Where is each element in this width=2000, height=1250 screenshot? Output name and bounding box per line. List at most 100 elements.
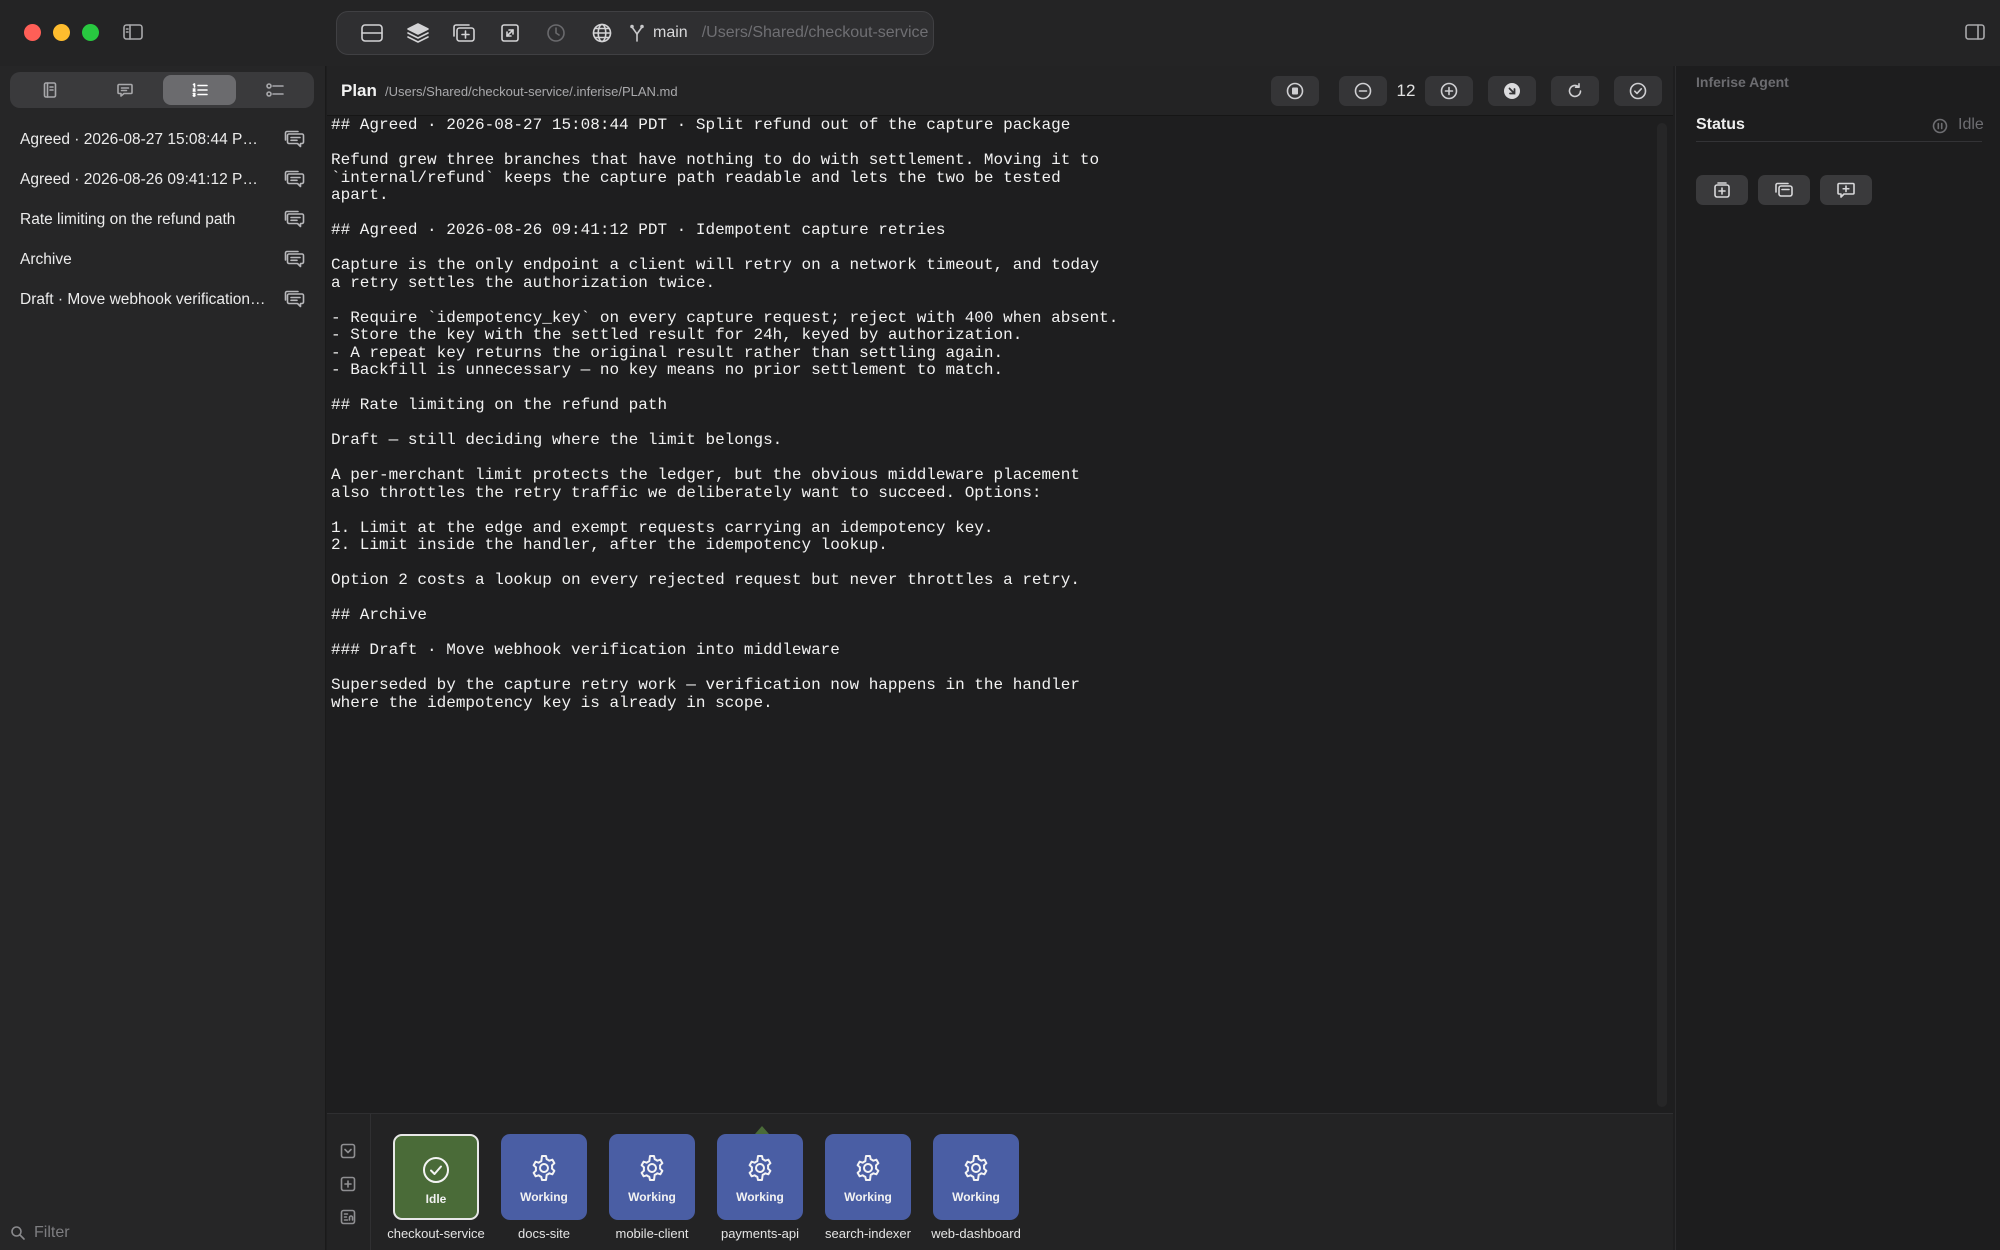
agent-status: Working bbox=[844, 1190, 892, 1204]
discussion-icon[interactable] bbox=[282, 249, 306, 271]
reload-button[interactable] bbox=[1551, 76, 1599, 106]
delete-button[interactable] bbox=[1271, 76, 1319, 106]
branch-name[interactable]: main bbox=[653, 24, 688, 42]
outline-item[interactable]: Archive bbox=[0, 240, 326, 280]
editor-header: Plan /Users/Shared/checkout-service/.inf… bbox=[327, 66, 1673, 116]
gear-icon bbox=[529, 1153, 559, 1183]
numbered-list-icon bbox=[192, 83, 208, 97]
minimize-window-button[interactable] bbox=[53, 24, 70, 41]
sidebar: Agreed · 2026-08-27 15:08:44 PDT · Split… bbox=[0, 66, 326, 1250]
toolbar: main /Users/Shared/checkout-service bbox=[336, 11, 934, 55]
editor-title: Plan bbox=[341, 81, 377, 100]
agent-tile-payments-api[interactable]: Working bbox=[717, 1134, 803, 1220]
pause-icon bbox=[1932, 118, 1948, 134]
gear-icon bbox=[853, 1153, 883, 1183]
increase-font-button[interactable] bbox=[1425, 76, 1473, 106]
outline-item-label: Agreed · 2026-08-27 15:08:44 PDT · Split… bbox=[20, 131, 282, 148]
title-bar: main /Users/Shared/checkout-service bbox=[0, 0, 2000, 66]
outline-item-label: Draft · Move webhook verification into m… bbox=[20, 291, 282, 308]
outline-item[interactable]: Agreed · 2026-08-26 09:41:12 PDT · Idemp… bbox=[0, 160, 326, 200]
sidebar-view-switcher bbox=[10, 72, 314, 108]
filter-bar bbox=[10, 1220, 314, 1246]
close-window-button[interactable] bbox=[24, 24, 41, 41]
agent-name: docs-site bbox=[517, 1226, 571, 1241]
filter-input[interactable] bbox=[34, 1224, 314, 1242]
checklist-icon bbox=[265, 83, 284, 97]
repository-path: /Users/Shared/checkout-service bbox=[701, 24, 929, 41]
file-path: /Users/Shared/checkout-service/.inferise… bbox=[385, 84, 678, 99]
minus-circle-icon bbox=[1354, 82, 1372, 100]
layers-icon[interactable] bbox=[395, 17, 441, 49]
duplicate-session-button[interactable] bbox=[1758, 175, 1810, 205]
discussion-icon[interactable] bbox=[282, 289, 306, 311]
active-agent-indicator bbox=[755, 1126, 769, 1134]
new-task-button[interactable] bbox=[1696, 175, 1748, 205]
discussion-icon[interactable] bbox=[282, 129, 306, 151]
add-agent-icon[interactable] bbox=[339, 1175, 357, 1193]
history-icon[interactable] bbox=[533, 17, 579, 49]
font-size-value: 12 bbox=[1396, 81, 1416, 100]
plan-document-text[interactable]: ## Agreed · 2026-08-27 15:08:44 PDT · Sp… bbox=[331, 117, 1641, 712]
split-view-icon[interactable] bbox=[349, 17, 395, 49]
new-window-icon[interactable] bbox=[441, 17, 487, 49]
zoom-window-button[interactable] bbox=[82, 24, 99, 41]
tab-plan-outline[interactable] bbox=[163, 75, 236, 105]
gear-icon bbox=[637, 1153, 667, 1183]
editor-scrollbar[interactable] bbox=[1657, 123, 1667, 1107]
gear-icon bbox=[745, 1153, 775, 1183]
approve-button[interactable] bbox=[1614, 76, 1662, 106]
agent-tile-docs-site[interactable]: Working bbox=[501, 1134, 587, 1220]
sidebar-toggle-icon[interactable] bbox=[122, 22, 144, 42]
status-row: Status Idle bbox=[1696, 116, 1984, 142]
agent-name: payments-api bbox=[720, 1226, 800, 1241]
plus-circle-icon bbox=[1440, 82, 1458, 100]
plan-editor[interactable]: ## Agreed · 2026-08-27 15:08:44 PDT · Sp… bbox=[327, 117, 1673, 1113]
discussion-icon[interactable] bbox=[282, 209, 306, 231]
agent-tile-checkout-service[interactable]: Idle bbox=[393, 1134, 479, 1220]
agent-status: Working bbox=[520, 1190, 568, 1204]
agent-status: Working bbox=[628, 1190, 676, 1204]
add-comment-button[interactable] bbox=[1820, 175, 1872, 205]
trash-icon bbox=[1286, 82, 1304, 100]
tab-files[interactable] bbox=[13, 75, 86, 105]
outline-item[interactable]: Agreed · 2026-08-27 15:08:44 PDT · Split… bbox=[0, 120, 326, 160]
arrow-up-left-circle-icon bbox=[1504, 83, 1520, 99]
branch-icon bbox=[627, 23, 647, 43]
agent-name: checkout-service bbox=[387, 1226, 485, 1241]
notebook-icon bbox=[43, 82, 56, 98]
add-comment-icon bbox=[1837, 182, 1855, 198]
dock-toolbar bbox=[327, 1114, 371, 1250]
refresh-icon bbox=[1568, 83, 1582, 98]
collapse-dock-icon[interactable] bbox=[339, 1142, 357, 1160]
agent-dock: Idle checkout-service Working docs-site … bbox=[327, 1113, 1673, 1250]
agent-status: Working bbox=[736, 1190, 784, 1204]
inspector-toggle-icon[interactable] bbox=[1964, 22, 1986, 42]
outline-item-label: Rate limiting on the refund path bbox=[20, 211, 236, 228]
tab-comments[interactable] bbox=[88, 75, 161, 105]
agent-inspector: Inferise Agent Status Idle bbox=[1675, 66, 2000, 1250]
search-icon bbox=[10, 1225, 26, 1241]
agent-tile-mobile-client[interactable]: Working bbox=[609, 1134, 695, 1220]
tab-tasks[interactable] bbox=[238, 75, 311, 105]
outline-item-label: Agreed · 2026-08-26 09:41:12 PDT · Idemp… bbox=[20, 171, 282, 188]
open-externally-button[interactable] bbox=[1488, 76, 1536, 106]
agent-tile-search-indexer[interactable]: Working bbox=[825, 1134, 911, 1220]
agent-status: Idle bbox=[425, 1192, 447, 1206]
discussion-icon[interactable] bbox=[282, 169, 306, 191]
decrease-font-button[interactable] bbox=[1339, 76, 1387, 106]
outline-item[interactable]: Rate limiting on the refund path bbox=[0, 200, 326, 240]
checkmark-circle-icon bbox=[1629, 82, 1647, 100]
expand-icon[interactable] bbox=[487, 17, 533, 49]
agent-settings-icon[interactable] bbox=[339, 1208, 357, 1226]
windows-icon bbox=[1775, 182, 1793, 197]
gear-icon bbox=[961, 1153, 991, 1183]
agent-status: Working bbox=[952, 1190, 1000, 1204]
comment-icon bbox=[116, 83, 133, 97]
globe-icon[interactable] bbox=[579, 17, 625, 49]
panel-title: Inferise Agent bbox=[1696, 74, 1789, 90]
status-label: Status bbox=[1696, 116, 1745, 133]
outline-item[interactable]: Draft · Move webhook verification into m… bbox=[0, 280, 326, 320]
agent-name: mobile-client bbox=[615, 1226, 689, 1241]
agent-tile-web-dashboard[interactable]: Working bbox=[933, 1134, 1019, 1220]
status-value: Idle bbox=[1958, 116, 1984, 133]
